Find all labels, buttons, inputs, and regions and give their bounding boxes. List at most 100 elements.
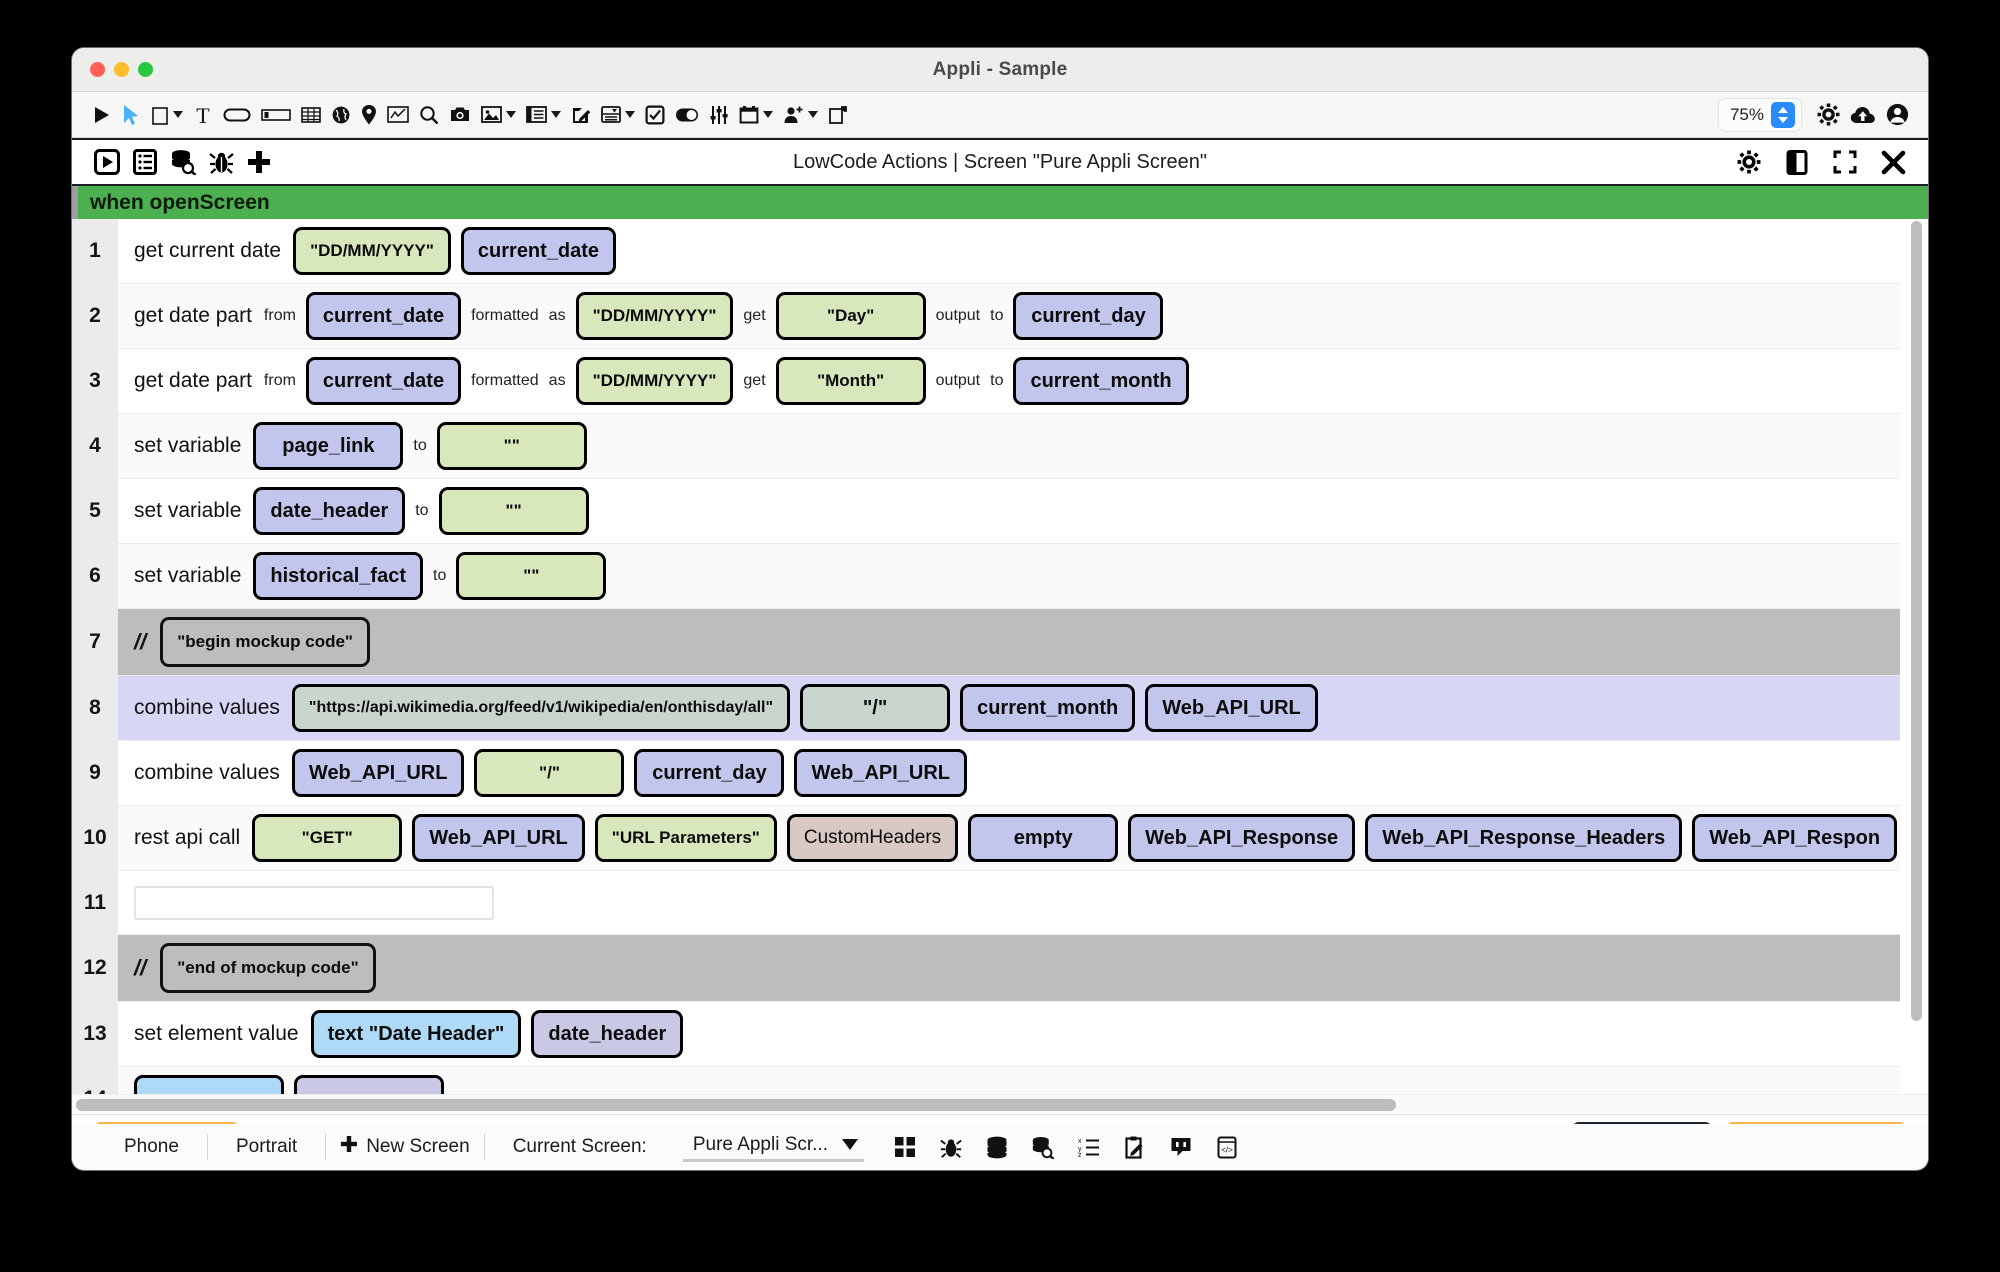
chart-icon[interactable]	[382, 98, 414, 132]
map-pin-icon[interactable]	[356, 98, 382, 132]
database-search-icon[interactable]	[1028, 1132, 1058, 1162]
empty-action-input[interactable]	[134, 885, 494, 920]
action-block-sep[interactable]: "/"	[800, 684, 951, 732]
action-row[interactable]: 12 // "end of mockup code"	[72, 935, 1900, 1002]
search-icon[interactable]	[414, 98, 444, 132]
horizontal-scrollbar[interactable]	[72, 1094, 1928, 1114]
zoom-control[interactable]: 75%	[1717, 97, 1802, 132]
signature-icon[interactable]	[566, 98, 596, 132]
action-row[interactable]: 8 combine values "https://api.wikimedia.or…	[72, 676, 1900, 741]
horizontal-scrollbar-thumb[interactable]	[76, 1099, 1396, 1111]
action-block-cmt[interactable]: "end of mockup code"	[160, 943, 376, 993]
rectangle-shape-icon[interactable]	[146, 98, 188, 132]
action-block-var[interactable]: empty	[968, 814, 1119, 862]
action-block-lit[interactable]: "DD/MM/YYYY"	[575, 292, 734, 340]
action-block-lit[interactable]: ""	[438, 487, 589, 535]
checkbox-icon[interactable]	[640, 98, 670, 132]
action-block-lit[interactable]: "GET"	[252, 814, 403, 862]
action-block-var[interactable]: current_date	[305, 292, 462, 340]
action-row[interactable]: 2 get date part from current_date formatted a…	[72, 284, 1900, 349]
action-block-var[interactable]: Web_API_URL	[794, 749, 968, 797]
action-row[interactable]: 1 get current date "DD/MM/YYYY" current_dat…	[72, 219, 1900, 284]
calendar-icon[interactable]	[734, 98, 778, 132]
action-block-lit[interactable]: "Month"	[775, 357, 926, 405]
cloud-upload-icon[interactable]	[1845, 98, 1881, 132]
fullscreen-icon[interactable]	[1826, 143, 1864, 181]
gear-icon[interactable]	[1812, 98, 1845, 132]
action-row[interactable]: 7 // "begin mockup code"	[72, 609, 1900, 676]
text-icon[interactable]: T	[188, 98, 218, 132]
action-row[interactable]: 11	[72, 871, 1900, 935]
chevron-down-icon[interactable]	[551, 111, 561, 118]
camera-icon[interactable]	[444, 98, 476, 132]
action-block-var[interactable]: page_link	[253, 422, 404, 470]
gear-icon[interactable]	[1730, 143, 1768, 181]
action-block-lit[interactable]: "URL Parameters"	[594, 814, 777, 862]
input-field-icon[interactable]	[256, 98, 296, 132]
action-block-lit[interactable]: "Day"	[775, 292, 926, 340]
action-block-var[interactable]: current_date	[305, 357, 462, 405]
action-block-obj[interactable]: CustomHeaders	[786, 814, 959, 862]
action-block-lit[interactable]: "DD/MM/YYYY"	[575, 357, 734, 405]
action-row[interactable]: 3 get date part from current_date formatted a…	[72, 349, 1900, 414]
action-block-var[interactable]: Web_API_Response_Headers	[1365, 814, 1683, 862]
add-user-icon[interactable]	[778, 98, 823, 132]
action-block-var[interactable]: Web_API_Respon	[1692, 814, 1898, 862]
action-block-elem[interactable]	[134, 1075, 284, 1094]
clipboard-edit-icon[interactable]	[1120, 1132, 1150, 1162]
action-row[interactable]: 10 rest api call "GET" Web_API_URL "URL Para…	[72, 806, 1900, 871]
action-row[interactable]: 14	[72, 1067, 1900, 1094]
chevron-down-icon[interactable]	[506, 111, 516, 118]
table-icon[interactable]	[296, 98, 326, 132]
action-row[interactable]: 9 combine values Web_API_URL "/" current_day…	[72, 741, 1900, 806]
action-block-var[interactable]: date_header	[253, 487, 406, 535]
action-block-var[interactable]: Web_API_URL	[412, 814, 585, 862]
database-search-icon[interactable]	[164, 143, 202, 181]
current-screen-dropdown[interactable]: Pure Appli Scr...	[682, 1132, 865, 1162]
action-block-var[interactable]: current_month	[1013, 357, 1189, 405]
action-block-lit[interactable]: ""	[436, 422, 587, 470]
action-row[interactable]: 6 set variable historical_fact to ""	[72, 544, 1900, 609]
add-action-icon[interactable]	[240, 143, 278, 181]
vertical-scrollbar[interactable]	[1908, 219, 1924, 1094]
bug-icon[interactable]	[202, 143, 240, 181]
action-block-var[interactable]: current_date	[460, 227, 617, 275]
chevron-down-icon[interactable]	[808, 111, 818, 118]
list-icon[interactable]	[521, 98, 566, 132]
close-icon[interactable]	[1874, 143, 1912, 181]
action-block-var[interactable]: Web_API_Response	[1128, 814, 1356, 862]
action-block-var[interactable]: historical_fact	[253, 552, 423, 600]
grid-icon[interactable]	[890, 1132, 920, 1162]
action-block-var[interactable]: current_month	[960, 684, 1136, 732]
action-block-lit[interactable]: "/"	[474, 749, 625, 797]
database-icon[interactable]	[982, 1132, 1012, 1162]
image-icon[interactable]	[476, 98, 521, 132]
sliders-icon[interactable]	[704, 98, 734, 132]
code-preview-icon[interactable]: </>	[1212, 1132, 1242, 1162]
action-block-var[interactable]: Web_API_URL	[291, 749, 465, 797]
action-block-varlt[interactable]: date_header	[531, 1010, 684, 1058]
action-block-elem[interactable]: text "Date Header"	[310, 1010, 522, 1058]
cursor-icon[interactable]	[116, 98, 146, 132]
run-icon[interactable]	[88, 143, 126, 181]
action-block-url[interactable]: "https://api.wikimedia.org/feed/v1/wikip…	[291, 684, 791, 732]
play-icon[interactable]	[86, 98, 116, 132]
dropdown-icon[interactable]	[596, 98, 640, 132]
new-screen-button[interactable]: New Screen	[326, 1135, 484, 1159]
event-bar[interactable]: when openScreen	[72, 186, 1928, 219]
button-icon[interactable]	[218, 98, 256, 132]
copy-icon[interactable]	[823, 98, 853, 132]
bug-icon[interactable]	[936, 1132, 966, 1162]
action-block-lit[interactable]: ""	[456, 552, 607, 600]
account-icon[interactable]	[1881, 98, 1914, 132]
action-block-var[interactable]: current_day	[634, 749, 785, 797]
list-view-icon[interactable]	[126, 143, 164, 181]
chevron-down-icon[interactable]	[173, 111, 183, 118]
chat-icon[interactable]	[1166, 1132, 1196, 1162]
ordered-list-icon[interactable]: xyz	[1074, 1132, 1104, 1162]
actions-scroll-region[interactable]: 1 get current date "DD/MM/YYYY" current_dat…	[72, 219, 1928, 1094]
action-block-var[interactable]: Web_API_URL	[1145, 684, 1318, 732]
split-view-icon[interactable]	[1778, 143, 1816, 181]
globe-icon[interactable]	[326, 98, 356, 132]
action-block-lit[interactable]: "DD/MM/YYYY"	[293, 227, 451, 275]
